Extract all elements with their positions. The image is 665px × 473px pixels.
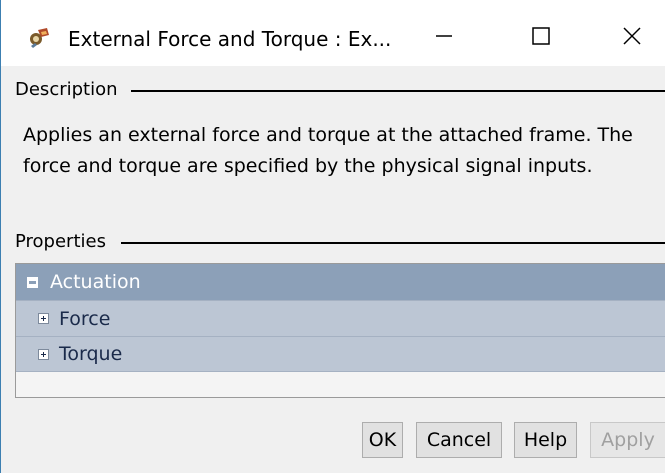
cancel-button[interactable]: Cancel <box>416 422 502 458</box>
description-divider <box>131 90 665 92</box>
tree-item-label: Force <box>59 307 111 330</box>
minimize-icon <box>436 35 452 37</box>
tree-item-force[interactable]: Force <box>16 300 665 336</box>
simscape-block-icon <box>30 28 49 48</box>
dialog-window: External Force and Torque : Ex... Descri… <box>0 0 665 473</box>
properties-divider <box>121 242 665 244</box>
apply-button[interactable]: Apply <box>590 422 665 458</box>
help-button[interactable]: Help <box>514 422 577 458</box>
collapse-icon[interactable] <box>27 276 38 288</box>
description-text: Applies an external force and torque at … <box>23 124 633 177</box>
close-icon <box>623 27 641 45</box>
maximize-icon <box>532 27 550 45</box>
properties-label: Properties <box>15 231 112 252</box>
expand-icon[interactable] <box>38 348 49 360</box>
expand-icon[interactable] <box>38 313 49 324</box>
window-title: External Force and Torque : Ex... <box>68 27 392 51</box>
tree-item-torque[interactable]: Torque <box>16 336 665 372</box>
title-bar[interactable]: External Force and Torque : Ex... <box>1 0 665 66</box>
minimize-button[interactable] <box>421 16 467 56</box>
tree-item-label: Torque <box>59 343 123 365</box>
properties-tree: Actuation Force Torque <box>15 263 665 398</box>
tree-group-actuation[interactable]: Actuation <box>16 264 665 300</box>
maximize-button[interactable] <box>518 16 564 56</box>
tree-group-label: Actuation <box>50 271 141 293</box>
close-button[interactable] <box>609 16 655 56</box>
ok-button[interactable]: OK <box>362 422 403 458</box>
description-label: Description <box>15 79 124 100</box>
